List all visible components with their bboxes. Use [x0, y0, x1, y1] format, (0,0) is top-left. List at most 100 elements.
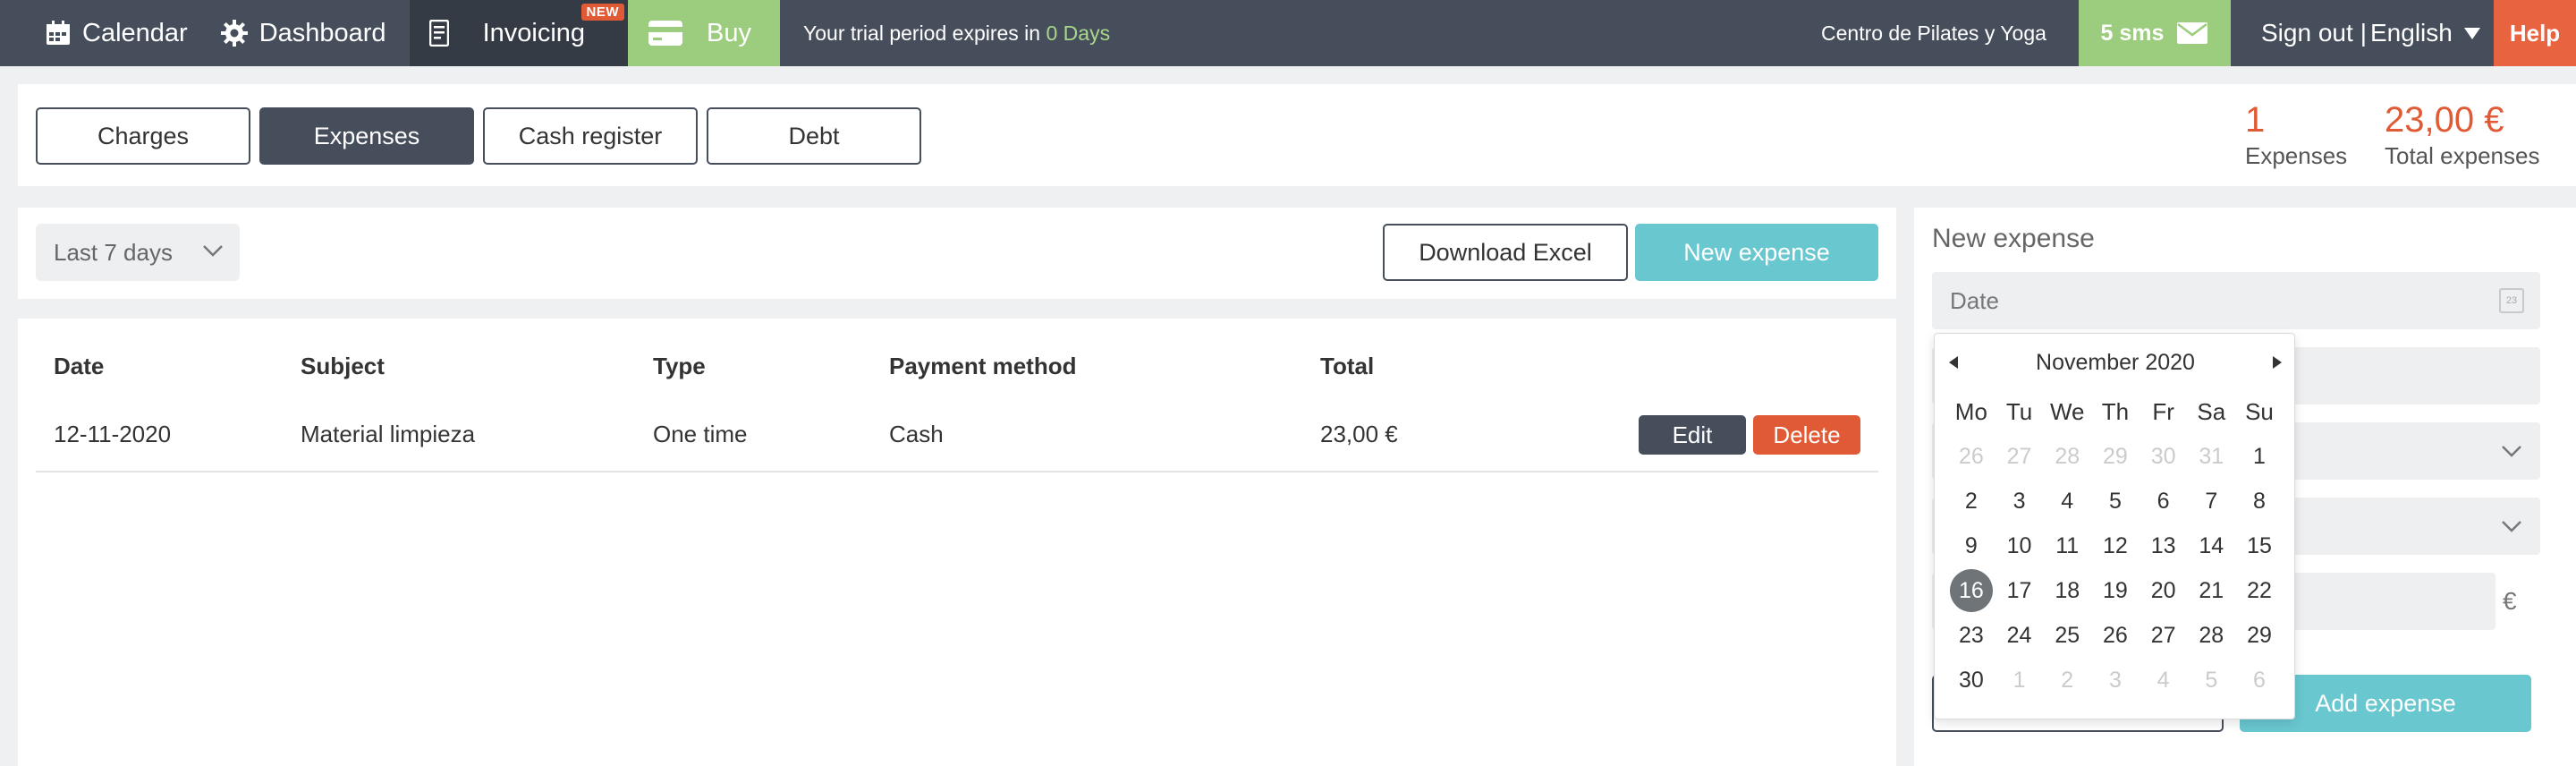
- day-cell[interactable]: 19: [2091, 568, 2140, 613]
- day-cell[interactable]: 13: [2140, 523, 2188, 568]
- chevron-down-icon: [2502, 521, 2521, 532]
- day-cell[interactable]: 17: [1996, 568, 2044, 613]
- sms-balance[interactable]: 5 sms: [2079, 0, 2231, 66]
- datepicker-grid: Mo Tu We Th Fr Sa Su 26 27 28 29 30 31 1 2 3 4 5 6 7 8 9 10 11…: [1947, 389, 2284, 702]
- week-row: 9 10 11 12 13 14 15: [1947, 523, 2284, 568]
- nav-buy[interactable]: Buy: [628, 0, 781, 66]
- day-cell[interactable]: 1: [1996, 658, 2044, 702]
- chevron-down-icon: [2502, 446, 2521, 457]
- day-cell[interactable]: 25: [2043, 613, 2091, 658]
- tab-debt[interactable]: Debt: [707, 107, 921, 165]
- calendar-icon[interactable]: 23: [2499, 288, 2524, 313]
- day-cell[interactable]: 3: [1996, 479, 2044, 523]
- day-label: 28: [2199, 623, 2224, 648]
- day-cell[interactable]: 26: [1947, 434, 1996, 479]
- tab-cash-register[interactable]: Cash register: [483, 107, 698, 165]
- day-cell[interactable]: 4: [2043, 479, 2091, 523]
- day-cell[interactable]: 27: [1996, 434, 2044, 479]
- weekday-label: Sa: [2197, 398, 2226, 425]
- day-cell[interactable]: 27: [2140, 613, 2188, 658]
- day-label: 27: [2150, 623, 2176, 648]
- day-cell[interactable]: 6: [2235, 658, 2284, 702]
- nav-invoicing[interactable]: Invoicing NEW: [409, 0, 629, 66]
- new-expense-button[interactable]: New expense: [1635, 224, 1878, 281]
- day-label: 23: [1958, 623, 1984, 648]
- next-month-icon[interactable]: [2272, 356, 2282, 369]
- day-cell[interactable]: 9: [1947, 523, 1996, 568]
- nav-dashboard[interactable]: Dashboard: [204, 0, 402, 66]
- day-cell[interactable]: 18: [2043, 568, 2091, 613]
- help-button[interactable]: Help: [2494, 0, 2576, 66]
- sign-out-link[interactable]: Sign out |: [2261, 0, 2377, 66]
- day-cell[interactable]: 31: [2187, 434, 2235, 479]
- day-cell[interactable]: 3: [2091, 658, 2140, 702]
- day-cell[interactable]: 11: [2043, 523, 2091, 568]
- day-cell[interactable]: 30: [2140, 434, 2188, 479]
- day-cell[interactable]: 4: [2140, 658, 2188, 702]
- day-cell[interactable]: 26: [2091, 613, 2140, 658]
- day-cell[interactable]: 7: [2187, 479, 2235, 523]
- day-cell[interactable]: 24: [1996, 613, 2044, 658]
- day-label: 31: [2199, 444, 2224, 469]
- day-cell[interactable]: 14: [2187, 523, 2235, 568]
- language-selector[interactable]: English: [2370, 0, 2481, 66]
- expenses-count: 1: [2245, 100, 2266, 140]
- expenses-count-stat: 1 Expenses: [2245, 100, 2347, 170]
- tab-charges[interactable]: Charges: [36, 107, 250, 165]
- day-label: 21: [2199, 578, 2224, 603]
- panel-title: New expense: [1932, 224, 2095, 253]
- day-cell[interactable]: 2: [1947, 479, 1996, 523]
- day-cell[interactable]: 5: [2187, 658, 2235, 702]
- day-label: 12: [2103, 533, 2128, 558]
- day-label: 28: [2055, 444, 2080, 469]
- day-cell[interactable]: 5: [2091, 479, 2140, 523]
- cell-total: 23,00 €: [1320, 421, 1398, 447]
- envelope-icon: [2177, 22, 2208, 44]
- nav-calendar[interactable]: Calendar: [0, 0, 204, 66]
- tab-expenses[interactable]: Expenses: [259, 107, 474, 165]
- day-cell[interactable]: 29: [2235, 613, 2284, 658]
- day-cell[interactable]: 23: [1947, 613, 1996, 658]
- day-cell[interactable]: 1: [2235, 434, 2284, 479]
- day-label: 14: [2199, 533, 2224, 558]
- day-cell[interactable]: 22: [2235, 568, 2284, 613]
- period-select[interactable]: Last 7 days: [36, 224, 240, 281]
- day-cell[interactable]: 2: [2043, 658, 2091, 702]
- day-cell[interactable]: 6: [2140, 479, 2188, 523]
- total-expenses-value: 23,00 €: [2385, 100, 2504, 140]
- header-total: Total: [1320, 353, 1375, 379]
- day-cell[interactable]: 28: [2043, 434, 2091, 479]
- day-cell[interactable]: 28: [2187, 613, 2235, 658]
- new-badge: NEW: [580, 4, 625, 21]
- invoice-icon: [428, 20, 449, 47]
- day-label: 4: [2061, 489, 2074, 514]
- day-cell[interactable]: 21: [2187, 568, 2235, 613]
- day-label: 8: [2253, 489, 2266, 514]
- calendar-icon: [47, 21, 70, 45]
- nav-invoicing-label: Invoicing: [482, 18, 586, 47]
- day-cell[interactable]: 15: [2235, 523, 2284, 568]
- day-cell[interactable]: 20: [2140, 568, 2188, 613]
- download-excel-button[interactable]: Download Excel: [1383, 224, 1628, 281]
- day-cell[interactable]: 10: [1996, 523, 2044, 568]
- day-label: 6: [2157, 489, 2170, 514]
- day-cell[interactable]: 12: [2091, 523, 2140, 568]
- total-expenses-stat: 23,00 € Total expenses: [2385, 100, 2539, 170]
- day-label: 3: [2108, 668, 2122, 693]
- day-label: 18: [2055, 578, 2080, 603]
- day-label: 26: [2103, 623, 2128, 648]
- weekday-label: Mo: [1954, 398, 1987, 425]
- selected-day[interactable]: 16: [1947, 568, 1996, 613]
- header-type: Type: [653, 353, 706, 379]
- cell-type: One time: [653, 421, 748, 447]
- day-cell[interactable]: 8: [2235, 479, 2284, 523]
- caret-down-icon: [2463, 28, 2480, 39]
- edit-button[interactable]: Edit: [1639, 415, 1746, 455]
- day-cell[interactable]: 29: [2091, 434, 2140, 479]
- day-cell[interactable]: 30: [1947, 658, 1996, 702]
- previous-month-icon[interactable]: [1949, 356, 1958, 369]
- header-payment-method: Payment method: [889, 353, 1077, 379]
- date-input[interactable]: Date 23: [1932, 272, 2540, 329]
- delete-button[interactable]: Delete: [1753, 415, 1860, 455]
- chevron-down-icon: [203, 245, 223, 257]
